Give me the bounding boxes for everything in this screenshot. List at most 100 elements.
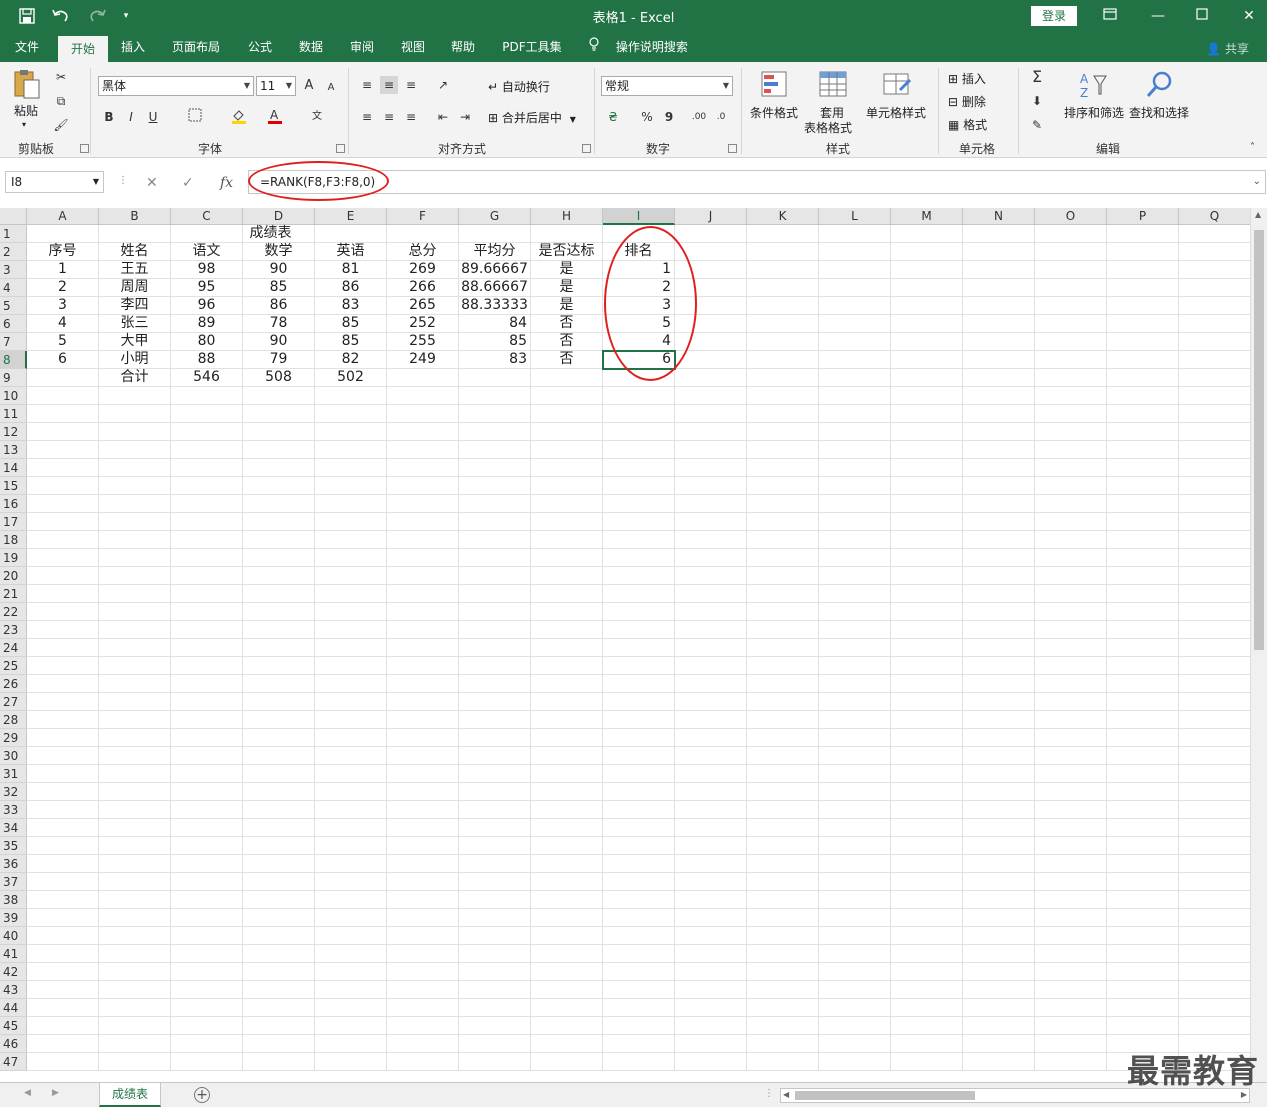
grid-cell[interactable] [315,963,387,981]
grid-cell[interactable] [1035,261,1107,279]
grid-cell[interactable] [963,477,1035,495]
row-header[interactable]: 28 [0,711,27,729]
clipboard-launcher-icon[interactable] [80,144,89,153]
grid-cell[interactable] [747,999,819,1017]
row-header[interactable]: 14 [0,459,27,477]
grid-cell[interactable] [819,1035,891,1053]
italic-button[interactable]: I [122,108,140,126]
row-header[interactable]: 43 [0,981,27,999]
grid-cell[interactable] [891,657,963,675]
alignment-launcher-icon[interactable] [582,144,591,153]
grid-cell[interactable] [459,783,531,801]
grid-cell[interactable] [963,657,1035,675]
find-select-label[interactable]: 查找和选择 [1129,104,1189,121]
grid-cell[interactable] [99,729,171,747]
grid-cell[interactable] [315,675,387,693]
grid-cell[interactable] [675,675,747,693]
grid-cell[interactable] [99,711,171,729]
cell-B7[interactable]: 大甲 [99,333,171,351]
grid-cell[interactable] [891,819,963,837]
cell-F5[interactable]: 265 [387,297,459,315]
grid-cell[interactable] [747,405,819,423]
grid-cell[interactable] [963,531,1035,549]
comma-style-button[interactable]: 9 [660,108,678,126]
row-header[interactable]: 32 [0,783,27,801]
row-header[interactable]: 30 [0,747,27,765]
grid-cell[interactable] [99,531,171,549]
cell-H3[interactable]: 是 [531,261,603,279]
grid-cell[interactable] [387,441,459,459]
scroll-left-icon[interactable]: ◀ [783,1090,789,1099]
grid-cell[interactable] [1035,477,1107,495]
grid-cell[interactable] [531,765,603,783]
grid-cell[interactable] [99,981,171,999]
grid-cell[interactable] [27,477,99,495]
grid-cell[interactable] [459,1053,531,1071]
cell-I2[interactable]: 排名 [603,243,675,261]
grid-cell[interactable] [819,1017,891,1035]
grid-cell[interactable] [819,441,891,459]
grid-cell[interactable] [459,621,531,639]
grid-cell[interactable] [819,459,891,477]
grid-cell[interactable] [1179,567,1251,585]
grid-cell[interactable] [243,495,315,513]
grid-cell[interactable] [531,621,603,639]
grid-cell[interactable] [675,1017,747,1035]
grid-cell[interactable] [1035,531,1107,549]
grid-cell[interactable] [891,999,963,1017]
grid-cell[interactable] [171,765,243,783]
grid-cell[interactable] [963,639,1035,657]
cell-G2[interactable]: 平均分 [459,243,531,261]
grid-cell[interactable] [315,981,387,999]
grid-cell[interactable] [891,513,963,531]
cell-A3[interactable]: 1 [27,261,99,279]
grid-cell[interactable] [27,819,99,837]
grid-cell[interactable] [243,459,315,477]
grid-cell[interactable] [747,459,819,477]
grid-cell[interactable] [387,603,459,621]
row-header[interactable]: 39 [0,909,27,927]
grid-cell[interactable] [1179,945,1251,963]
grid-cell[interactable] [27,441,99,459]
grid-cell[interactable] [315,927,387,945]
grid-cell[interactable] [675,459,747,477]
login-button[interactable]: 登录 [1031,6,1077,26]
grid-cell[interactable] [99,909,171,927]
grid-cell[interactable] [531,639,603,657]
grid-cell[interactable] [1035,675,1107,693]
grid-cell[interactable] [747,909,819,927]
row-header[interactable]: 44 [0,999,27,1017]
grid-cell[interactable] [1107,495,1179,513]
grid-cell[interactable] [1107,477,1179,495]
grid-cell[interactable] [747,1017,819,1035]
grid-cell[interactable] [963,675,1035,693]
grid-cell[interactable] [531,801,603,819]
grid-cell[interactable] [1035,819,1107,837]
grid-cell[interactable] [27,801,99,819]
grid-cell[interactable] [315,585,387,603]
grid-cell[interactable] [315,837,387,855]
grid-cell[interactable] [531,927,603,945]
grid-cell[interactable] [1179,675,1251,693]
grid-cell[interactable] [747,783,819,801]
grid-cell[interactable] [1179,711,1251,729]
grid-cell[interactable] [819,513,891,531]
cell-F8[interactable]: 249 [387,351,459,369]
grid-cell[interactable] [459,603,531,621]
grid-cell[interactable] [459,711,531,729]
row-header[interactable]: 41 [0,945,27,963]
cell-E2[interactable]: 英语 [315,243,387,261]
grid-cell[interactable] [675,945,747,963]
grid-cell[interactable] [1035,945,1107,963]
cancel-icon[interactable]: ✕ [146,175,158,191]
row-header[interactable]: 35 [0,837,27,855]
grid-cell[interactable] [891,369,963,387]
grid-cell[interactable] [747,603,819,621]
grid-cell[interactable] [963,1017,1035,1035]
grid-cell[interactable] [315,909,387,927]
grid-cell[interactable] [603,477,675,495]
grid-cell[interactable] [747,315,819,333]
grid-cell[interactable] [387,729,459,747]
grid-cell[interactable] [675,963,747,981]
grid-cell[interactable] [963,783,1035,801]
